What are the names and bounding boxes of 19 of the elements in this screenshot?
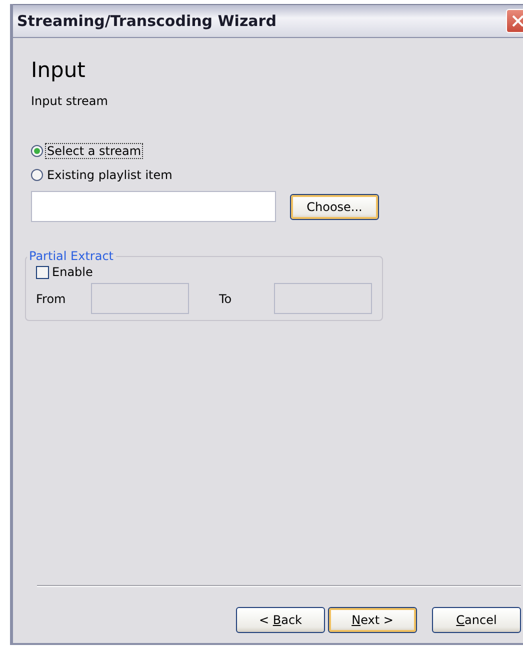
page-subheading: Input stream: [31, 94, 109, 108]
page-heading: Input: [31, 58, 86, 82]
wizard-button[interactable]: < Back: [236, 607, 325, 633]
stream-input-field[interactable]: [31, 191, 276, 222]
checkbox-label: Enable: [52, 265, 93, 279]
choose-button[interactable]: Choose...: [290, 194, 379, 220]
close-button[interactable]: [506, 9, 523, 33]
field-label: From: [36, 292, 67, 306]
close-icon: [511, 14, 523, 28]
field-label: To: [219, 292, 233, 306]
radio-label[interactable]: Existing playlist item: [46, 168, 174, 182]
enable-checkbox[interactable]: [36, 266, 49, 278]
window-title: Streaming/Transcoding Wizard: [16, 12, 276, 30]
radio-button[interactable]: [31, 145, 43, 157]
wizard-button[interactable]: Next >: [328, 607, 417, 633]
radio-label[interactable]: Select a stream: [46, 144, 142, 158]
wizard-button[interactable]: Cancel: [432, 607, 521, 633]
radio-button[interactable]: [31, 169, 43, 181]
group-title: Partial Extract: [28, 249, 115, 263]
